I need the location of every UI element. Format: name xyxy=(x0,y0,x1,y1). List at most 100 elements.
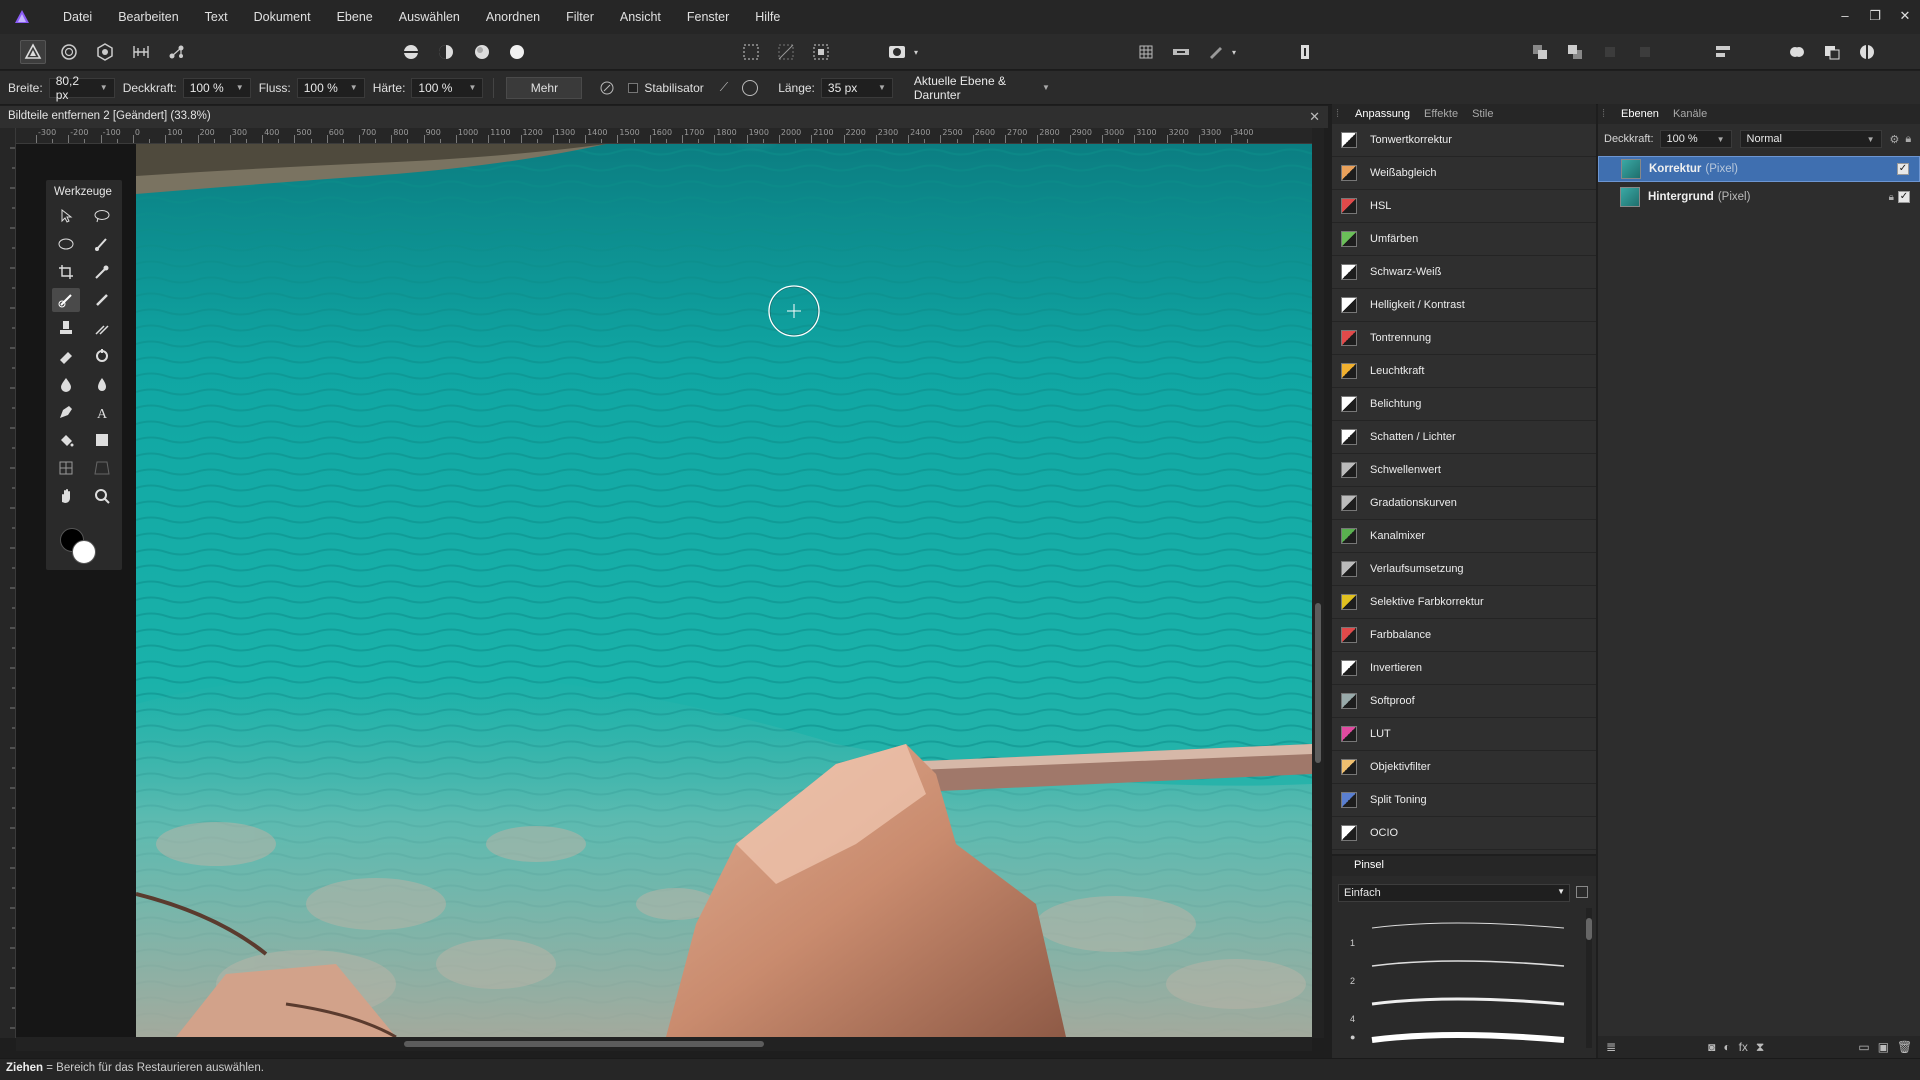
arrange-backward-icon[interactable] xyxy=(1562,40,1588,64)
rope-mode-icon[interactable]: ⟋ xyxy=(720,80,728,95)
tab-ebenen[interactable]: Ebenen xyxy=(1614,108,1666,120)
menu-auswaehlen[interactable]: Auswählen xyxy=(386,10,473,24)
blend-mode-dropdown[interactable]: Normal ▼ xyxy=(1739,130,1882,148)
menu-filter[interactable]: Filter xyxy=(553,10,607,24)
adjustment-item[interactable]: Leuchtkraft xyxy=(1332,355,1596,388)
horizontal-scroll-thumb[interactable] xyxy=(404,1041,764,1047)
brush-stroke-4[interactable] xyxy=(1371,997,1565,1006)
context-toolbar-info-icon[interactable] xyxy=(1292,40,1318,64)
blur-brush-tool-icon[interactable] xyxy=(88,372,116,396)
deselect-icon[interactable] xyxy=(773,40,799,64)
quick-mask-icon[interactable] xyxy=(884,40,910,64)
adjustment-item[interactable]: Kanalmixer xyxy=(1332,520,1596,553)
auto-white-balance-icon[interactable] xyxy=(504,40,530,64)
align-icon[interactable] xyxy=(1710,40,1736,64)
layer-stack-icon[interactable]: ≣ xyxy=(1606,1040,1616,1054)
layer-opacity-field[interactable]: 100 % ▼ xyxy=(1659,130,1732,148)
adjustment-item[interactable]: Softproof xyxy=(1332,685,1596,718)
close-window-button[interactable]: ✕ xyxy=(1890,0,1920,34)
close-document-icon[interactable]: ✕ xyxy=(1309,109,1320,125)
tone-mapping-persona-icon[interactable] xyxy=(128,40,154,64)
tab-kanaele[interactable]: Kanäle xyxy=(1666,108,1714,120)
tab-effekte[interactable]: Effekte xyxy=(1417,108,1465,120)
fill-tool-icon[interactable] xyxy=(52,428,80,452)
snapping-grid-icon[interactable] xyxy=(1133,40,1159,64)
boolean-subtract-icon[interactable] xyxy=(1819,40,1845,64)
sample-layers-dropdown[interactable]: Aktuelle Ebene & Darunter ▼ xyxy=(906,74,1057,102)
add-mask-icon[interactable]: ◙ xyxy=(1708,1040,1715,1054)
color-swatches[interactable] xyxy=(60,528,100,564)
flow-field[interactable]: 100 % ▼ xyxy=(296,77,365,98)
boolean-intersect-icon[interactable] xyxy=(1854,40,1880,64)
menu-datei[interactable]: Datei xyxy=(50,10,105,24)
minimize-button[interactable]: – xyxy=(1830,0,1860,34)
document-tab[interactable]: Bildteile entfernen 2 [Geändert] (33.8%)… xyxy=(0,106,1328,128)
adjustment-item[interactable]: Objektivfilter xyxy=(1332,751,1596,784)
snapping-options-icon[interactable] xyxy=(1168,40,1194,64)
elliptical-marquee-tool-icon[interactable] xyxy=(52,232,80,256)
selection-brush-tool-icon[interactable] xyxy=(88,232,116,256)
adjustment-item[interactable]: Farbbalance xyxy=(1332,619,1596,652)
brush-stroke-big[interactable] xyxy=(1371,1032,1565,1043)
invert-selection-icon[interactable] xyxy=(808,40,834,64)
move-tool-icon[interactable] xyxy=(52,204,80,228)
width-field[interactable]: 80,2 px ▼ xyxy=(48,74,115,102)
adjustment-item[interactable]: Tonwertkorrektur xyxy=(1332,124,1596,157)
pen-tool-icon[interactable] xyxy=(52,400,80,424)
secondary-color-swatch[interactable] xyxy=(72,540,96,564)
maximize-button[interactable]: ❐ xyxy=(1860,0,1890,34)
more-button[interactable]: Mehr xyxy=(506,76,583,99)
text-tool-icon[interactable]: A xyxy=(88,400,116,424)
layer-row-korrektur[interactable]: Korrektur (Pixel) ✓ xyxy=(1598,156,1920,182)
adjustment-item[interactable]: Belichtung xyxy=(1332,388,1596,421)
export-persona-icon[interactable] xyxy=(164,40,190,64)
boolean-add-icon[interactable] xyxy=(1784,40,1810,64)
adjustment-item[interactable]: Invertieren xyxy=(1332,652,1596,685)
opacity-field[interactable]: 100 % ▼ xyxy=(182,77,251,98)
zoom-tool-icon[interactable] xyxy=(88,484,116,508)
menu-hilfe[interactable]: Hilfe xyxy=(742,10,793,24)
length-field[interactable]: 35 px ▼ xyxy=(820,77,893,98)
quick-mask-dropdown-icon[interactable]: ▾ xyxy=(910,40,922,64)
delete-layer-icon[interactable]: 🗑︎ xyxy=(1897,1040,1912,1054)
add-group-icon[interactable]: ▭ xyxy=(1858,1040,1869,1054)
menu-fenster[interactable]: Fenster xyxy=(674,10,742,24)
liquify-persona-icon[interactable] xyxy=(56,40,82,64)
fx-icon[interactable]: fx xyxy=(1739,1040,1748,1054)
brush-scroll-thumb[interactable] xyxy=(1586,918,1592,940)
clone-brush-tool-icon[interactable] xyxy=(52,316,80,340)
auto-levels-icon[interactable] xyxy=(398,40,424,64)
marquee-selection-icon[interactable] xyxy=(738,40,764,64)
adjustment-item[interactable]: Weißabgleich xyxy=(1332,157,1596,190)
tab-anpassung[interactable]: Anpassung xyxy=(1348,108,1417,120)
perspective-tool-icon[interactable] xyxy=(88,456,116,480)
add-layer-icon[interactable]: ▣ xyxy=(1878,1040,1889,1054)
vertical-scrollbar[interactable] xyxy=(1312,128,1324,1038)
layer-lock-icon[interactable]: 🔒︎ xyxy=(1889,192,1894,203)
gear-icon[interactable]: ⚙ xyxy=(1890,133,1900,146)
adjustment-item[interactable]: Selektive Farbkorrektur xyxy=(1332,586,1596,619)
menu-text[interactable]: Text xyxy=(192,10,241,24)
menu-bearbeiten[interactable]: Bearbeiten xyxy=(105,10,191,24)
assistant-dropdown-icon[interactable]: ▾ xyxy=(1228,40,1240,64)
crop-tool-icon[interactable] xyxy=(52,260,80,284)
horizontal-ruler[interactable]: -300 -200 -100 0 100 200 300 400 500 600 700 800 900… xyxy=(16,128,1312,144)
stabilizer-checkbox[interactable] xyxy=(628,82,639,93)
menu-ebene[interactable]: Ebene xyxy=(324,10,386,24)
adjustment-item[interactable]: Gradationskurven xyxy=(1332,487,1596,520)
layer-visibility-checkbox[interactable]: ✓ xyxy=(1898,191,1910,203)
photo-canvas[interactable] xyxy=(136,144,1312,1037)
brush-panel-menu-icon[interactable] xyxy=(1576,886,1588,898)
dodge-burn-tool-icon[interactable] xyxy=(88,344,116,368)
menu-ansicht[interactable]: Ansicht xyxy=(607,10,674,24)
auto-colors-icon[interactable] xyxy=(469,40,495,64)
menu-anordnen[interactable]: Anordnen xyxy=(473,10,553,24)
freehand-selection-tool-icon[interactable] xyxy=(88,204,116,228)
hardness-field[interactable]: 100 % ▼ xyxy=(411,77,484,98)
adjustment-item[interactable]: LUT xyxy=(1332,718,1596,751)
canvas-area[interactable] xyxy=(16,144,1312,1037)
adjustment-item[interactable]: Split Toning xyxy=(1332,784,1596,817)
brush-stroke-2[interactable] xyxy=(1371,960,1565,967)
brush-scrollbar[interactable] xyxy=(1586,908,1592,1048)
develop-persona-icon[interactable] xyxy=(92,40,118,64)
